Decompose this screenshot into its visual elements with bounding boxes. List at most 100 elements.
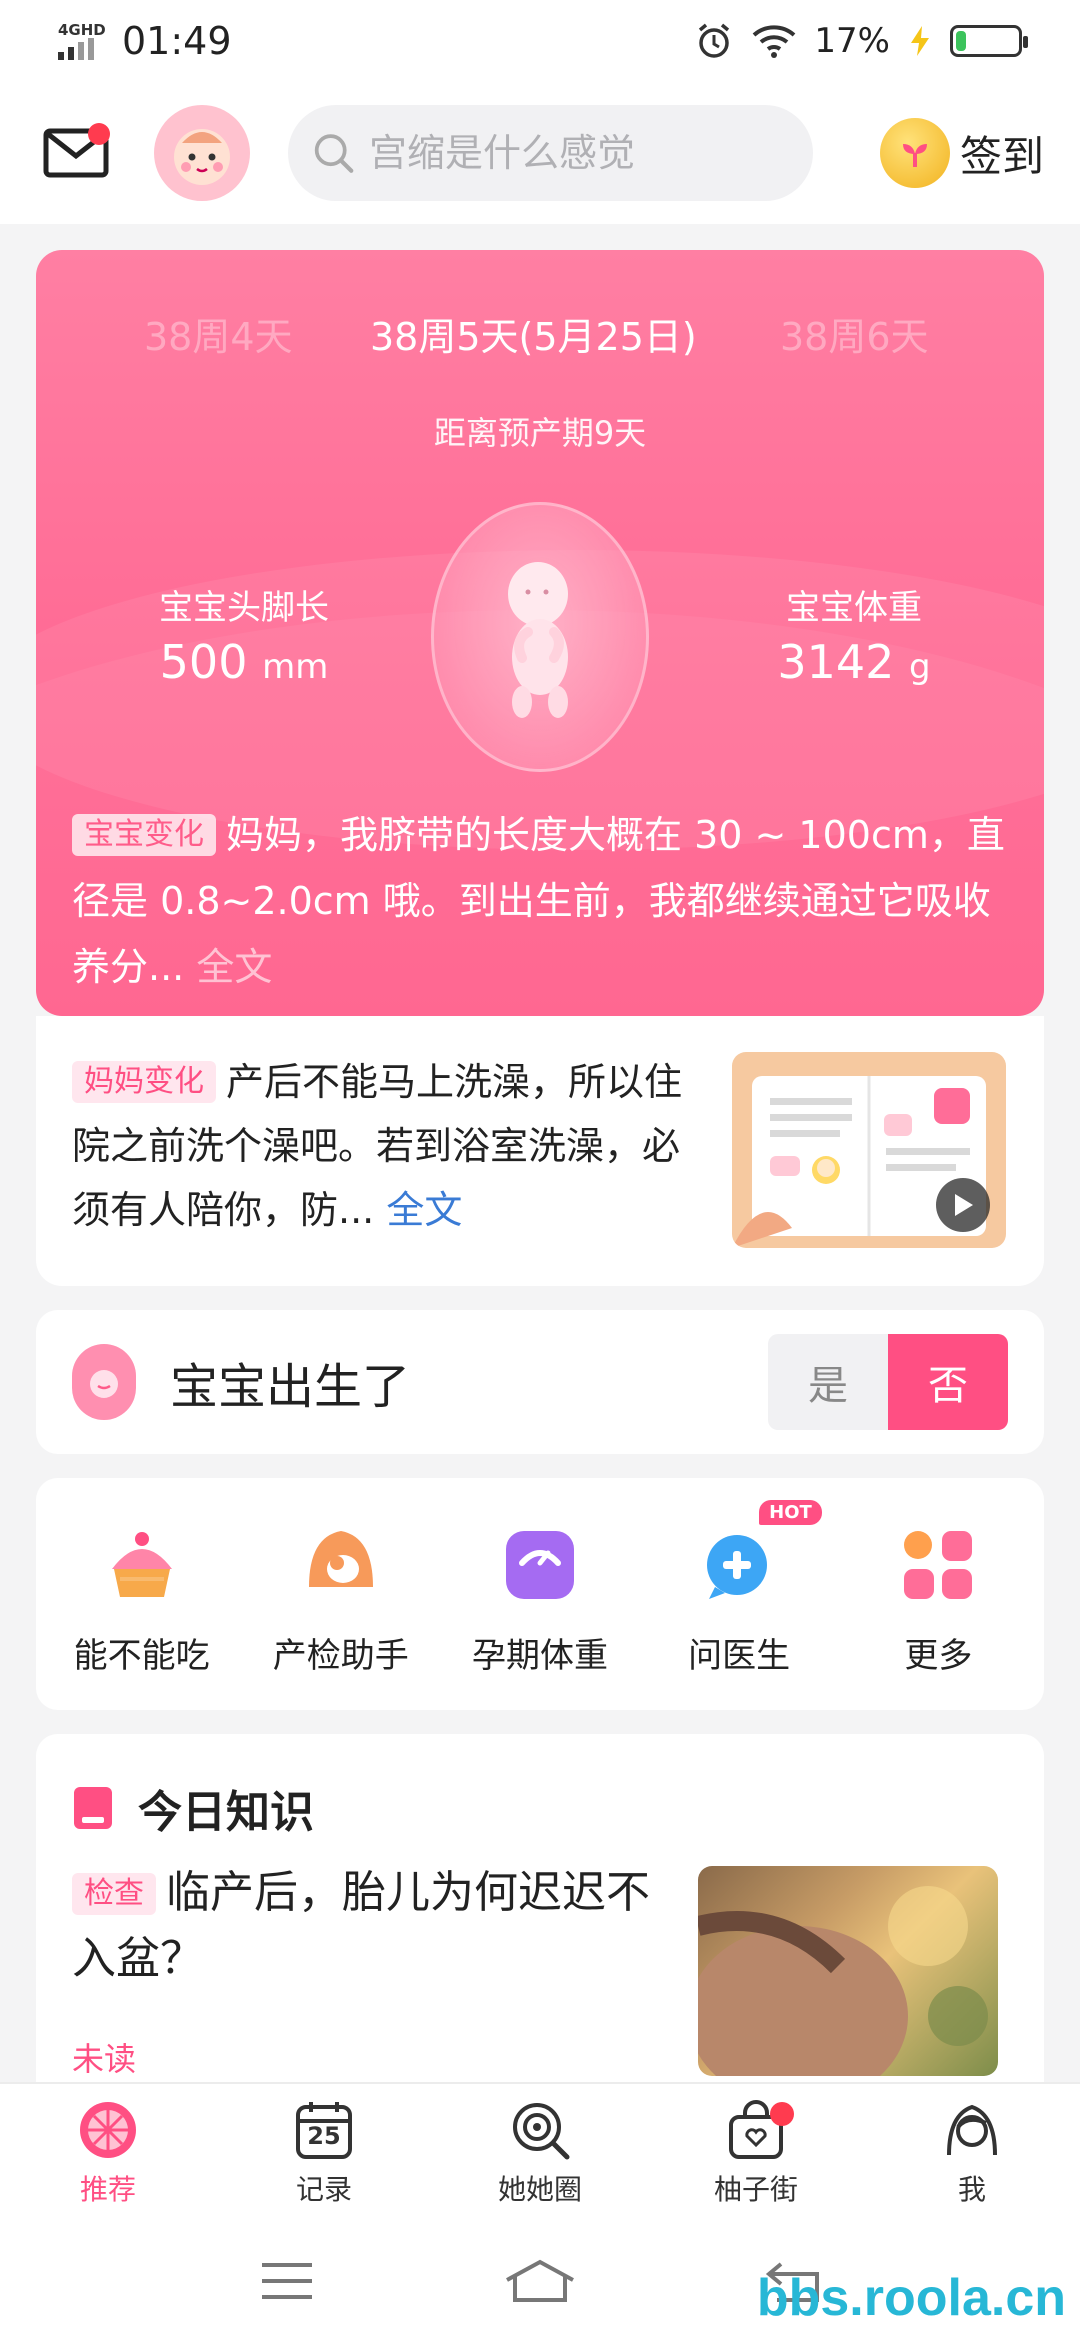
watermark: bbs.roola.cn	[756, 2269, 1066, 2327]
calendar-day: 25	[307, 2122, 341, 2150]
tool-label: 更多	[904, 1636, 973, 1676]
tool-label: 孕期体重	[471, 1636, 608, 1676]
prev-week[interactable]: 38周4天	[144, 306, 293, 361]
tab-record[interactable]: 25 记录	[216, 2084, 432, 2222]
sprout-icon	[902, 144, 927, 167]
tool-ask-doctor[interactable]: HOT 问医生	[649, 1478, 829, 1710]
due-countdown: 距离预产期9天	[433, 414, 647, 452]
calendar-icon: 25	[292, 2098, 356, 2162]
born-no-button[interactable]: 否	[888, 1334, 1008, 1430]
cake-icon	[101, 1524, 183, 1606]
current-week: 38周5天(5月25日)	[370, 315, 697, 359]
battery-percent: 17%	[814, 21, 890, 61]
avatar[interactable]	[154, 105, 250, 201]
next-week[interactable]: 38周6天	[780, 306, 929, 361]
notification-dot	[770, 2102, 794, 2126]
book-icon	[74, 1787, 112, 1829]
tab-label: 推荐	[79, 2173, 136, 2206]
ultrasound-icon	[300, 1524, 382, 1606]
baby-change-text[interactable]: 宝宝变化 妈妈，我脐带的长度大概在 30 ~ 100cm，直径是 0.8~2.0c…	[72, 802, 1022, 1000]
battery-icon	[950, 25, 1028, 57]
tab-label: 记录	[295, 2173, 352, 2206]
charging-icon	[911, 26, 929, 56]
mail-button[interactable]	[36, 113, 116, 193]
alarm-icon	[699, 23, 730, 58]
profile-icon	[940, 2098, 1004, 2162]
baby-avatar-icon	[174, 129, 230, 185]
hot-badge: HOT	[759, 1500, 822, 1525]
menu-button[interactable]	[247, 2251, 327, 2311]
knowledge-title: 今日知识	[138, 1787, 314, 1838]
baby-born-icon	[72, 1344, 136, 1420]
mom-change-video-thumbnail[interactable]	[732, 1052, 1006, 1248]
network-type: 4GHD	[58, 21, 106, 39]
baby-born-label: 宝宝出生了	[170, 1359, 411, 1415]
tool-more[interactable]: 更多	[848, 1478, 1028, 1710]
menu-icon	[261, 2263, 312, 2299]
more-grid-icon	[897, 1524, 979, 1606]
status-left: 4GHD 01:49	[58, 19, 232, 63]
tab-label: 我	[957, 2173, 986, 2206]
tab-me[interactable]: 我	[864, 2084, 1080, 2222]
mom-change-more-link[interactable]: 全文	[386, 1188, 462, 1232]
status-bar: 4GHD 01:49 17%	[0, 0, 1080, 82]
tab-recommend[interactable]: 推荐	[0, 2084, 216, 2222]
length-label: 宝宝头脚长	[159, 588, 329, 628]
unread-dot	[88, 123, 110, 145]
doctor-chat-icon	[698, 1524, 780, 1606]
scale-icon	[499, 1524, 581, 1606]
tool-can-eat[interactable]: 能不能吃	[52, 1478, 232, 1710]
mom-change-tag: 妈妈变化	[72, 1061, 216, 1103]
play-button[interactable]	[936, 1178, 990, 1232]
search-icon	[314, 134, 354, 173]
status-right: 17%	[694, 21, 1028, 61]
pregnant-belly-photo-icon	[698, 1886, 988, 2076]
knowledge-thumbnail[interactable]	[698, 1866, 998, 2076]
week-selector[interactable]: 38周4天 38周5天(5月25日) 38周6天	[36, 306, 1044, 366]
baby-born-card: 宝宝出生了 是 否	[36, 1310, 1044, 1454]
born-toggle[interactable]: 是 否	[768, 1334, 1008, 1430]
length-stat: 宝宝头脚长 500 mm	[144, 580, 344, 689]
top-header: 签到	[0, 82, 1080, 224]
checkin-button[interactable]: 签到	[879, 118, 1044, 188]
length-value: 500 mm	[159, 635, 329, 689]
fetus-icon	[508, 562, 568, 718]
tab-label: 柚子街	[713, 2173, 798, 2206]
tools-grid: 能不能吃 产检助手 孕期体重 HOT 问医生 更多	[36, 1478, 1044, 1710]
search-input[interactable]	[369, 131, 789, 175]
home-icon	[506, 2259, 574, 2302]
wifi-icon	[753, 25, 796, 58]
fetus-illustration	[431, 502, 649, 772]
signal-icon: 4GHD	[58, 22, 108, 60]
bottom-tab-bar: 推荐 25 记录 她她圈 柚子街 我	[0, 2082, 1080, 2222]
checkin-label: 签到	[959, 131, 1044, 181]
weight-label: 宝宝体重	[786, 588, 922, 628]
lollipop-icon	[508, 2098, 572, 2162]
search-box[interactable]	[288, 105, 813, 201]
tool-prenatal-check[interactable]: 产检助手	[251, 1478, 431, 1710]
tool-label: 问医生	[688, 1636, 791, 1676]
knowledge-article-title[interactable]: 检查 临产后，胎儿为何迟迟不入盆？	[72, 1860, 652, 1992]
baby-change-more-link[interactable]: 全文	[196, 945, 272, 989]
knowledge-tag: 检查	[72, 1873, 156, 1915]
tool-pregnancy-weight[interactable]: 孕期体重	[450, 1478, 630, 1710]
born-yes-button[interactable]: 是	[768, 1334, 888, 1430]
mom-change-card[interactable]: 妈妈变化 产后不能马上洗澡，所以住院之前洗个澡吧。若到浴室洗澡，必须有人陪你，防.…	[36, 1016, 1044, 1286]
tool-label: 能不能吃	[73, 1636, 210, 1676]
pregnancy-hero-card[interactable]: 38周4天 38周5天(5月25日) 38周6天 距离预产期9天 宝宝头脚长 5…	[36, 250, 1044, 1016]
knowledge-article-text: 临产后，胎儿为何迟迟不入盆？	[72, 1867, 650, 1984]
status-time: 01:49	[122, 19, 232, 63]
tab-community[interactable]: 她她圈	[432, 2084, 648, 2222]
battery-fill	[956, 31, 967, 51]
grapefruit-icon	[76, 2098, 140, 2162]
home-button[interactable]	[500, 2251, 580, 2311]
tab-shop[interactable]: 柚子街	[648, 2084, 864, 2222]
coin-icon	[879, 118, 950, 188]
tool-label: 产检助手	[272, 1636, 409, 1676]
baby-face-icon	[90, 1370, 118, 1398]
play-icon	[955, 1194, 973, 1216]
knowledge-header: 今日知识	[72, 1776, 314, 1840]
daily-knowledge-card[interactable]: 今日知识 检查 临产后，胎儿为何迟迟不入盆？ 未读	[36, 1734, 1044, 2094]
baby-change-tag: 宝宝变化	[72, 814, 216, 856]
unread-status: 未读	[72, 2040, 137, 2078]
